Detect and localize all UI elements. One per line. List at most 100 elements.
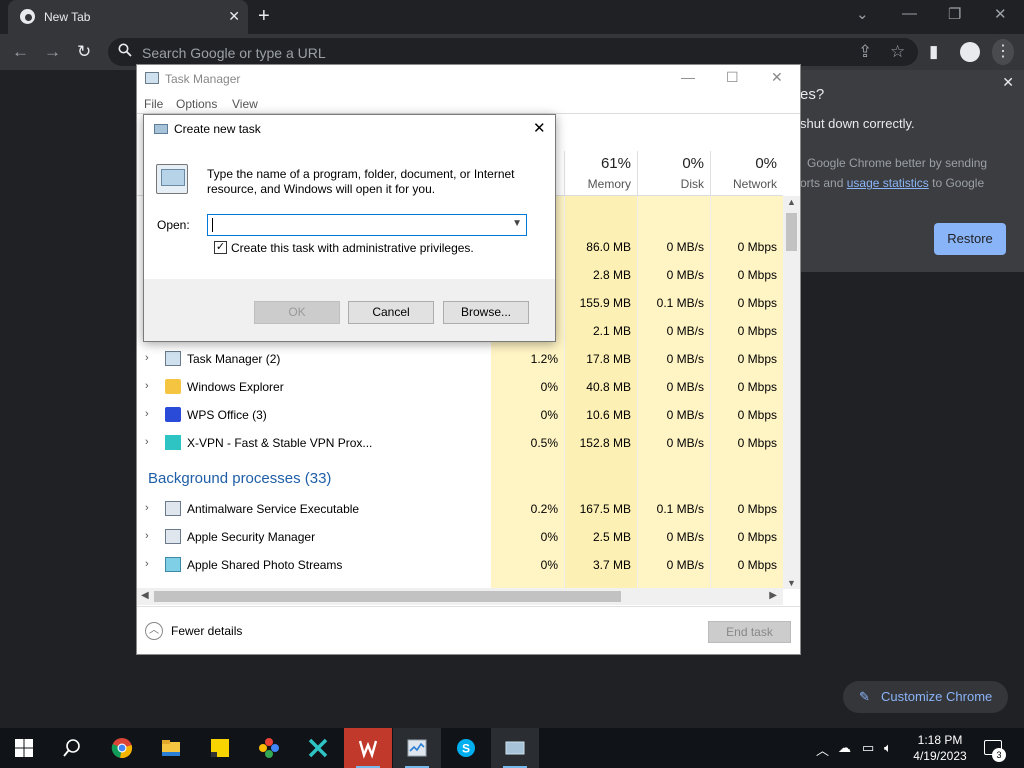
- taskbar-sticky-notes[interactable]: [196, 728, 244, 768]
- memory-cell: 155.9 MB: [579, 296, 631, 310]
- scroll-left-icon[interactable]: ◀: [141, 590, 149, 601]
- taskbar-wps-office[interactable]: [344, 728, 392, 768]
- taskbar-search-button[interactable]: [48, 728, 96, 768]
- disk-cell: 0.1 MB/s: [656, 502, 704, 516]
- taskbar-chrome[interactable]: [98, 728, 146, 768]
- restore-bubble: es? shut down correctly. ✕ Restore: [800, 70, 1024, 272]
- close-window-icon[interactable]: ✕: [994, 5, 1007, 23]
- usage-statistics-link[interactable]: usage statistics: [847, 176, 929, 190]
- tm-minimize-icon[interactable]: —: [681, 69, 695, 85]
- expand-chevron-icon[interactable]: ›: [145, 436, 149, 448]
- scroll-right-icon[interactable]: ▶: [769, 590, 777, 601]
- column-header-network[interactable]: 0% Network: [710, 151, 783, 195]
- photos-icon: [259, 738, 279, 758]
- run-dialog-icon: [505, 741, 525, 755]
- restore-close-icon[interactable]: ✕: [1002, 74, 1014, 91]
- cancel-button[interactable]: Cancel: [348, 301, 434, 324]
- expand-chevron-icon[interactable]: ›: [145, 558, 149, 570]
- menu-view[interactable]: View: [232, 97, 258, 111]
- expand-chevron-icon[interactable]: ›: [145, 380, 149, 392]
- cpu-cell: 1.2%: [530, 352, 558, 366]
- tm-maximize-icon[interactable]: ☐: [726, 69, 739, 86]
- table-row[interactable]: › Task Manager (2) 1.2% 17.8 MB 0 MB/s 0…: [137, 345, 783, 373]
- dialog-close-icon[interactable]: ✕: [533, 119, 546, 137]
- reload-icon[interactable]: ↻: [77, 42, 91, 62]
- bookmark-star-icon[interactable]: ☆: [890, 42, 905, 62]
- end-task-button[interactable]: End task: [708, 621, 791, 643]
- table-row[interactable]: › Windows Explorer 0% 40.8 MB 0 MB/s 0 M…: [137, 373, 783, 401]
- taskbar-run-dialog[interactable]: [491, 728, 539, 768]
- search-icon: [63, 739, 80, 757]
- table-row[interactable]: › Apple Security Manager 0% 2.5 MB 0 MB/…: [137, 523, 783, 551]
- forward-icon[interactable]: →: [44, 42, 61, 62]
- process-name: Windows Explorer: [187, 380, 284, 394]
- customize-chrome-button[interactable]: ✎ Customize Chrome: [843, 681, 1008, 713]
- windows-taskbar: S ︿ ☁ ▭ 🔈︎ 1:18 PM 4/19/2023 3: [0, 728, 1024, 768]
- network-icon[interactable]: ▭: [862, 740, 874, 756]
- taskbar-x-vpn[interactable]: [294, 728, 342, 768]
- column-header-disk[interactable]: 0% Disk: [637, 151, 710, 195]
- admin-privileges-label[interactable]: Create this task with administrative pri…: [231, 241, 474, 255]
- run-dialog-icon: [154, 124, 168, 134]
- share-icon[interactable]: ⇪: [858, 42, 872, 62]
- taskbar-task-manager[interactable]: [393, 728, 441, 768]
- memory-percent: 61%: [600, 155, 631, 172]
- onedrive-cloud-icon[interactable]: ☁: [838, 740, 851, 756]
- start-button[interactable]: [0, 728, 48, 768]
- task-manager-titlebar: Task Manager — ☐ ✕: [137, 65, 800, 93]
- vertical-scrollbar[interactable]: ▲ ▼: [783, 196, 800, 589]
- ok-button[interactable]: OK: [254, 301, 340, 324]
- restore-window-icon[interactable]: ❐: [948, 5, 961, 23]
- expand-chevron-icon[interactable]: ›: [145, 502, 149, 514]
- wps-office-icon: [165, 407, 181, 422]
- tab-close-icon[interactable]: ✕: [228, 8, 240, 25]
- taskbar-skype[interactable]: S: [442, 728, 490, 768]
- menu-file[interactable]: File: [144, 97, 163, 111]
- volume-icon[interactable]: 🔈︎: [884, 740, 892, 756]
- back-icon[interactable]: ←: [12, 42, 29, 62]
- taskbar-clock[interactable]: 1:18 PM 4/19/2023: [912, 732, 968, 764]
- expand-chevron-icon[interactable]: ›: [145, 530, 149, 542]
- admin-privileges-checkbox[interactable]: ✓: [214, 241, 227, 254]
- side-panel-icon[interactable]: ▮: [929, 42, 938, 62]
- disk-cell: 0 MB/s: [666, 530, 704, 544]
- expand-chevron-icon[interactable]: ›: [145, 352, 149, 364]
- taskbar-photos[interactable]: [245, 728, 293, 768]
- minimize-icon[interactable]: —: [902, 5, 917, 22]
- new-tab-button[interactable]: +: [258, 5, 270, 28]
- chevron-down-icon[interactable]: ▼: [512, 218, 522, 229]
- process-name: WPS Office (3): [187, 408, 267, 422]
- tab-new-tab[interactable]: New Tab ✕: [8, 0, 248, 34]
- expand-chevron-icon[interactable]: ›: [145, 408, 149, 420]
- tab-search-chevron-icon[interactable]: ⌄: [856, 5, 869, 23]
- omnibox[interactable]: Search Google or type a URL: [108, 38, 918, 66]
- restore-button[interactable]: Restore: [934, 223, 1006, 255]
- table-row[interactable]: › Apple Shared Photo Streams 0% 3.7 MB 0…: [137, 551, 783, 579]
- browse-button[interactable]: Browse...: [443, 301, 529, 324]
- table-row[interactable]: › X-VPN - Fast & Stable VPN Prox... 0.5%…: [137, 429, 783, 457]
- show-hidden-icons-chevron-icon[interactable]: ︿: [816, 740, 829, 759]
- omnibox-placeholder: Search Google or type a URL: [142, 45, 326, 61]
- disk-cell: 0 MB/s: [666, 558, 704, 572]
- scroll-down-icon[interactable]: ▼: [787, 578, 796, 588]
- table-row[interactable]: › Antimalware Service Executable 0.2% 16…: [137, 495, 783, 523]
- notification-count-badge: 3: [992, 748, 1006, 762]
- open-combobox[interactable]: ▼: [207, 214, 527, 236]
- chrome-favicon-icon: [20, 9, 35, 24]
- profile-avatar-icon[interactable]: [960, 42, 980, 62]
- process-name: Task Manager (2): [187, 352, 281, 366]
- tm-close-icon[interactable]: ✕: [771, 69, 783, 86]
- scroll-up-icon[interactable]: ▲: [787, 197, 796, 207]
- scroll-thumb[interactable]: [786, 213, 797, 251]
- hscroll-thumb[interactable]: [154, 591, 621, 602]
- open-label: Open:: [157, 218, 190, 232]
- horizontal-scrollbar[interactable]: ◀ ▶: [137, 588, 783, 605]
- task-manager-icon: [145, 72, 159, 84]
- menu-options[interactable]: Options: [176, 97, 217, 111]
- network-cell: 0 Mbps: [737, 380, 777, 394]
- chrome-menu-icon[interactable]: ⋮: [992, 39, 1014, 65]
- table-row[interactable]: › WPS Office (3) 0% 10.6 MB 0 MB/s 0 Mbp…: [137, 401, 783, 429]
- taskbar-file-explorer[interactable]: [147, 728, 195, 768]
- column-header-memory[interactable]: 61% Memory: [564, 151, 637, 195]
- memory-label: Memory: [587, 177, 631, 191]
